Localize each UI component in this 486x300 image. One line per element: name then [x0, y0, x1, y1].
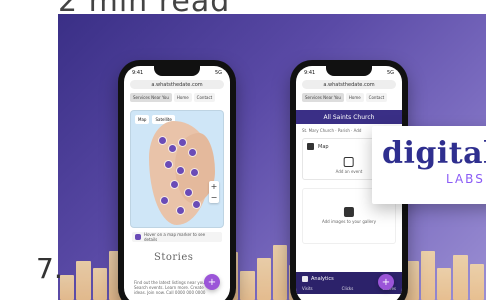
url-bar[interactable]: a.whatsthedate.com: [130, 80, 224, 89]
map-marker[interactable]: [169, 145, 176, 152]
decorative-bar: [92, 268, 108, 300]
decorative-bar: [240, 271, 255, 300]
map-marker[interactable]: [159, 137, 166, 144]
url-text: a.whatsthedate.com: [151, 81, 203, 88]
decorative-bar: [273, 245, 288, 300]
hero-banner: 9:41 5G a.whatsthedate.com Services Near…: [58, 14, 486, 300]
decorative-bar: [469, 264, 485, 300]
map-card-title-text: Map: [318, 143, 329, 150]
add-images[interactable]: Add images to your gallery: [322, 207, 376, 224]
map-marker[interactable]: [193, 201, 200, 208]
floating-action-button[interactable]: +: [378, 274, 394, 290]
status-icons: 5G: [386, 70, 394, 76]
add-images-text: Add images to your gallery: [321, 219, 377, 224]
map-marker[interactable]: [177, 207, 184, 214]
map-icon: [307, 143, 314, 150]
add-event[interactable]: Add an event: [335, 157, 363, 174]
panel-header: All Saints Church: [296, 110, 402, 124]
analytics-title-text: Analytics: [311, 276, 334, 282]
map-tab-map[interactable]: Map: [135, 115, 150, 124]
legend-text: Hover on a map marker to see details: [143, 232, 206, 242]
phone-left-screen: 9:41 5G a.whatsthedate.com Services Near…: [124, 66, 230, 300]
analytics-title: Analytics: [302, 276, 334, 282]
map-marker[interactable]: [191, 169, 198, 176]
tab-contact[interactable]: Contact: [193, 93, 216, 102]
site-tabs: Services Near You Home Contact: [124, 89, 230, 102]
legend-marker-icon: [135, 234, 141, 240]
add-event-text: Add an event: [335, 169, 363, 174]
tab-home[interactable]: Home: [345, 93, 364, 102]
decorative-bar: [76, 261, 91, 300]
map-zoom-controls[interactable]: + −: [209, 181, 219, 203]
map[interactable]: Map Satellite + −: [130, 110, 224, 228]
site-tabs: Services Near You Home Contact: [296, 89, 402, 102]
digital-labs-logo: digital LABS: [372, 126, 486, 204]
analytics-tab[interactable]: Visits: [302, 286, 313, 291]
phone-notch: [326, 66, 372, 76]
map-marker[interactable]: [161, 197, 168, 204]
status-time: 9:41: [132, 70, 144, 76]
decorative-bar: [420, 251, 435, 300]
logo-main-text: digital: [382, 136, 486, 171]
phone-left: 9:41 5G a.whatsthedate.com Services Near…: [118, 60, 236, 300]
page: 2 min read 9:41 5G a.whatsthedate.com Se…: [0, 0, 486, 300]
map-legend: Hover on a map marker to see details: [132, 232, 222, 242]
analytics-icon: [302, 276, 308, 282]
map-marker[interactable]: [189, 149, 196, 156]
zoom-out-icon[interactable]: −: [211, 193, 218, 202]
decorative-bar: [453, 255, 468, 300]
list-number: 7.: [36, 252, 63, 285]
calendar-icon: [343, 157, 354, 167]
decorative-bar: [256, 258, 272, 300]
decorative-bar: [436, 268, 452, 300]
url-bar[interactable]: a.whatsthedate.com: [302, 80, 396, 89]
analytics-tab[interactable]: Clicks: [342, 286, 354, 291]
plus-icon: +: [207, 276, 217, 288]
status-time: 9:41: [304, 70, 316, 76]
panel-title: All Saints Church: [323, 113, 375, 121]
map-marker[interactable]: [177, 167, 184, 174]
tab-home[interactable]: Home: [173, 93, 192, 102]
tab-services-near-you[interactable]: Services Near You: [130, 93, 172, 102]
plus-icon: +: [381, 276, 391, 288]
images-icon: [343, 207, 354, 217]
map-marker[interactable]: [185, 189, 192, 196]
floating-action-button[interactable]: +: [204, 274, 220, 290]
tab-services-near-you[interactable]: Services Near You: [302, 93, 344, 102]
url-text: a.whatsthedate.com: [323, 81, 375, 88]
footer-line: ideas. Join now. Call 0000 000 0000: [134, 290, 206, 295]
logo-sub-text: LABS: [446, 172, 485, 186]
zoom-in-icon[interactable]: +: [211, 182, 218, 191]
map-marker[interactable]: [179, 139, 186, 146]
map-marker[interactable]: [165, 161, 172, 168]
signature-text: Stories: [154, 252, 194, 263]
map-marker[interactable]: [171, 181, 178, 188]
map-card-title: Map: [307, 143, 329, 150]
status-icons: 5G: [214, 70, 222, 76]
tab-contact[interactable]: Contact: [365, 93, 388, 102]
phone-notch: [154, 66, 200, 76]
